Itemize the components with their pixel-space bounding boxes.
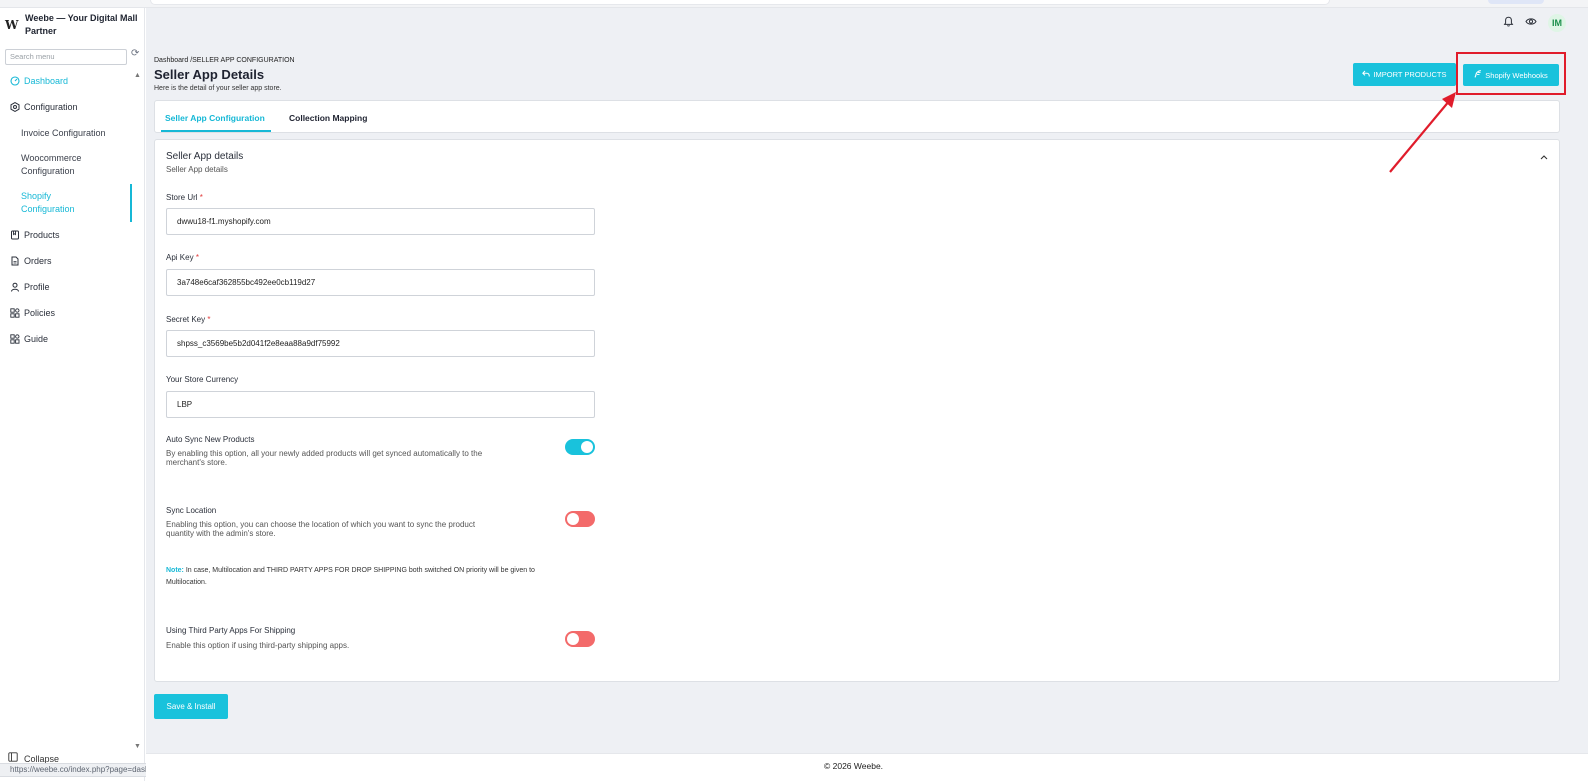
auto-sync-desc: By enabling this option, all your newly …	[166, 449, 483, 467]
search-wrap	[5, 46, 127, 65]
store-currency-label: Your Store Currency	[166, 375, 239, 384]
seller-app-details-card: Seller App details Seller App details St…	[154, 139, 1560, 682]
toggle-knob	[567, 513, 579, 525]
tab-seller-app-configuration[interactable]: Seller App Configuration	[165, 113, 265, 123]
sidebar-item-label: Orders	[24, 256, 52, 266]
auto-sync-title: Auto Sync New Products	[166, 435, 255, 444]
sidebar-item-label: Invoice Configuration	[21, 127, 106, 138]
gear-hex-icon	[9, 102, 20, 113]
sidebar-item-label: Profile	[24, 282, 50, 292]
sidebar: W Weebe — Your Digital Mall Partner ⟳ ▲ …	[0, 8, 145, 781]
sidebar-item-guide[interactable]: Guide	[0, 326, 132, 352]
sync-location-desc: Enabling this option, you can choose the…	[166, 520, 476, 538]
store-url-input[interactable]	[166, 208, 595, 235]
sync-location-title: Sync Location	[166, 506, 217, 515]
third-party-shipping-desc: Enable this option if using third-party …	[166, 641, 350, 650]
address-bar-edge	[150, 0, 1330, 5]
search-menu-input[interactable]	[5, 48, 127, 65]
annotation-highlight-box	[1456, 52, 1566, 95]
footer: © 2026 Weebe.	[146, 753, 1588, 781]
sidebar-item-label: Configuration	[24, 102, 78, 112]
sidebar-item-invoice-configuration[interactable]: Invoice Configuration	[0, 120, 132, 146]
document-icon	[9, 256, 20, 267]
sync-location-toggle[interactable]	[565, 511, 595, 527]
refresh-icon[interactable]: ⟳	[131, 48, 139, 59]
header-icons: IM	[1503, 14, 1566, 32]
store-currency-input[interactable]	[166, 391, 595, 418]
avatar[interactable]: IM	[1548, 14, 1566, 32]
store-url-label: Store Url *	[166, 193, 203, 202]
chevron-up-icon[interactable]	[1540, 152, 1548, 162]
sidebar-item-shopify-configuration[interactable]: Shopify Configuration	[0, 184, 132, 222]
active-tab-indicator	[161, 130, 271, 132]
api-key-label: Api Key *	[166, 253, 199, 262]
sidebar-item-policies[interactable]: Policies	[0, 300, 132, 326]
card-subtitle: Seller App details	[166, 165, 228, 174]
brand[interactable]: W Weebe — Your Digital Mall Partner	[5, 12, 143, 42]
bell-icon[interactable]	[1503, 16, 1514, 30]
import-products-label: IMPORT PRODUCTS	[1373, 70, 1447, 79]
sidebar-item-orders[interactable]: Orders	[0, 248, 132, 274]
sidebar-item-label: Policies	[24, 308, 56, 318]
sidebar-item-products[interactable]: Products	[0, 222, 132, 248]
sidebar-item-label: Guide	[24, 334, 49, 344]
sidebar-item-dashboard[interactable]: Dashboard	[0, 68, 132, 94]
toggle-knob	[567, 633, 579, 645]
secret-key-label: Secret Key *	[166, 315, 211, 324]
auto-sync-toggle[interactable]	[565, 439, 595, 455]
import-products-button[interactable]: IMPORT PRODUCTS	[1353, 63, 1456, 86]
collapse-label: Collapse	[24, 753, 60, 764]
sidebar-item-label: Dashboard	[24, 76, 69, 86]
card-title: Seller App details	[166, 151, 244, 162]
sidebar-item-label: Woocommerce Configuration	[21, 153, 82, 176]
tab-collection-mapping[interactable]: Collection Mapping	[289, 113, 367, 123]
sidebar-nav: Dashboard Configuration Invoice Configur…	[0, 68, 132, 352]
eye-icon[interactable]	[1525, 16, 1537, 30]
footer-copyright: © 2026 Weebe.	[824, 761, 884, 771]
scroll-up-icon[interactable]: ▲	[134, 72, 141, 79]
sidebar-item-woocommerce-configuration[interactable]: Woocommerce Configuration	[0, 146, 110, 184]
sidebar-item-label: Products	[24, 230, 60, 240]
dashboard-icon	[9, 76, 20, 87]
reply-arrow-icon	[1362, 70, 1371, 80]
sidebar-item-label: Shopify Configuration	[21, 191, 75, 214]
secret-key-input[interactable]	[166, 330, 595, 357]
browser-top-strip	[0, 0, 1588, 8]
sidebar-item-configuration[interactable]: Configuration	[0, 94, 132, 120]
note-text: In case, Multilocation and THIRD PARTY A…	[166, 567, 535, 586]
main-content: IM Dashboard /SELLER APP CONFIGURATION S…	[146, 8, 1588, 753]
note-label: Note:	[166, 567, 184, 574]
brand-logo: W	[5, 18, 19, 32]
page-title: Seller App Details	[154, 67, 265, 82]
multilocation-note: Note: In case, Multilocation and THIRD P…	[166, 565, 556, 589]
toggle-knob	[581, 441, 593, 453]
breadcrumb: Dashboard /SELLER APP CONFIGURATION	[154, 57, 295, 64]
scroll-down-icon[interactable]: ▼	[134, 743, 141, 750]
grid-icon	[9, 308, 20, 319]
user-icon	[9, 282, 20, 293]
save-install-button[interactable]: Save & Install	[154, 694, 228, 719]
bookmark-icon	[9, 230, 20, 241]
sidebar-item-profile[interactable]: Profile	[0, 274, 132, 300]
api-key-input[interactable]	[166, 269, 595, 296]
brand-title: Weebe — Your Digital Mall Partner	[25, 13, 138, 36]
page-subtitle: Here is the detail of your seller app st…	[154, 85, 282, 92]
grid-icon	[9, 334, 20, 345]
browser-button-edge	[1488, 0, 1544, 4]
annotation-arrow-icon	[1389, 92, 1456, 173]
tab-bar: Seller App Configuration Collection Mapp…	[154, 100, 1560, 133]
third-party-shipping-toggle[interactable]	[565, 631, 595, 647]
third-party-shipping-title: Using Third Party Apps For Shipping	[166, 626, 296, 635]
